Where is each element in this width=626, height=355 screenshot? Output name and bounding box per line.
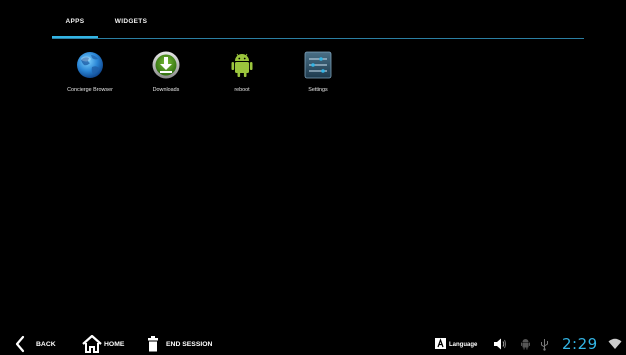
- android-icon: [231, 53, 253, 77]
- home-button[interactable]: HOME: [82, 333, 132, 355]
- clock-time: 2:29: [562, 335, 598, 353]
- home-label: HOME: [104, 341, 125, 348]
- back-button[interactable]: BACK: [14, 333, 59, 355]
- back-arrow-icon: [15, 335, 25, 353]
- tab-bar: APPS WIDGETS: [0, 0, 626, 40]
- end-session-button[interactable]: END SESSION: [147, 333, 222, 355]
- download-icon: [152, 51, 180, 79]
- back-label: BACK: [36, 341, 56, 348]
- navigation-bar: BACK HOME END SESSION Language 2:29: [0, 333, 626, 355]
- settings-sliders-icon: [304, 51, 332, 79]
- trash-icon: [148, 336, 158, 352]
- usb-icon: [541, 339, 548, 351]
- app-settings[interactable]: Settings: [283, 50, 353, 100]
- app-concierge-browser[interactable]: Concierge Browser: [55, 50, 125, 100]
- language-icon: [435, 338, 446, 349]
- volume-icon[interactable]: [493, 337, 507, 351]
- app-label: Downloads: [152, 87, 180, 93]
- globe-icon: [77, 52, 103, 78]
- app-label: Concierge Browser: [67, 87, 113, 93]
- home-icon: [82, 335, 102, 353]
- wifi-icon: [608, 338, 622, 349]
- app-label: reboot: [234, 87, 250, 93]
- tab-apps[interactable]: APPS: [52, 12, 98, 32]
- tab-divider: [52, 38, 584, 39]
- language-label: Language: [449, 342, 478, 348]
- app-label: Settings: [308, 87, 328, 93]
- language-button[interactable]: Language: [435, 333, 485, 355]
- android-debug-icon: [521, 339, 530, 350]
- app-reboot[interactable]: reboot: [207, 50, 277, 100]
- app-downloads[interactable]: Downloads: [131, 50, 201, 100]
- end-session-label: END SESSION: [166, 341, 213, 348]
- tab-widgets[interactable]: WIDGETS: [106, 12, 156, 32]
